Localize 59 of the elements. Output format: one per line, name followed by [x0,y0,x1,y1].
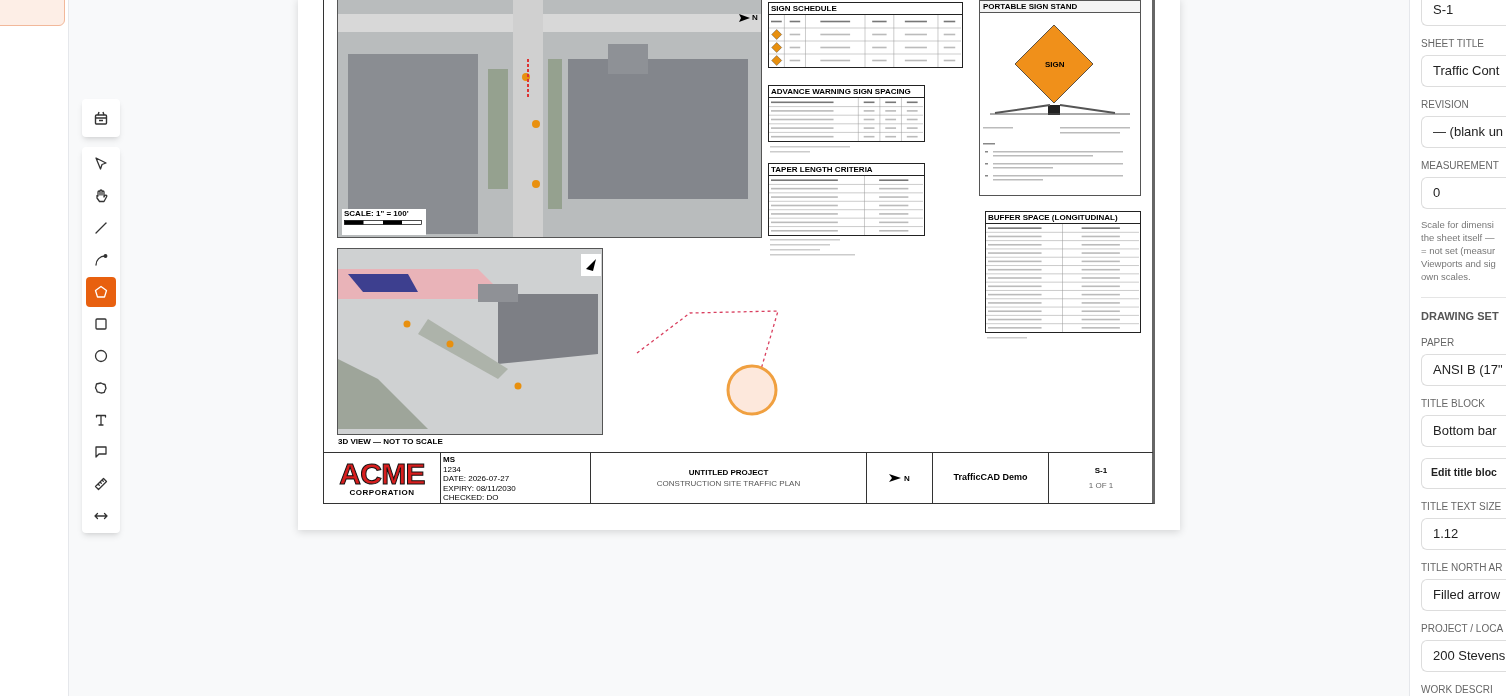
input-field[interactable]: S-1 [1421,0,1506,26]
field-label: TITLE TEXT SIZE [1421,500,1503,513]
drawn-by-line: MS [443,455,456,465]
field-label: PAPER [1421,336,1456,349]
table-title: SIGN SCHEDULE [771,4,837,13]
curve-icon [93,252,109,268]
logo-subtitle: CORPORATION [349,487,415,497]
edit-title-block-button[interactable]: Edit title bloc [1421,457,1506,489]
input-field[interactable]: Filled arrow [1421,578,1506,611]
north-arrow-icon [889,474,902,482]
field-label: WORK DESCRI [1421,683,1494,696]
drawn-by-line: EXPIRY: 08/11/2030 [443,483,517,493]
circle-icon [93,348,109,364]
pentagon-icon [93,284,109,300]
sheet-number: S-1 [1094,466,1108,475]
input-field[interactable]: ANSI B (17" [1421,353,1506,386]
input-field[interactable]: 200 Stevens [1421,639,1506,672]
table-title: ADVANCE WARNING SIGN SPACING [771,87,911,96]
drawn-by-line: DATE: 2026-07-27 [443,474,511,484]
table-title: PORTABLE SIGN STAND [983,2,1078,11]
drawn-by-line: 1234 [443,464,462,474]
field-label: REVISION [1421,99,1470,111]
speech-bubble-icon [93,444,109,460]
field-label: PROJECT / LOCA [1421,622,1505,635]
line-icon [93,220,109,236]
field-label: TITLE NORTH AR [1421,561,1504,574]
ruler-icon [93,476,109,492]
hand-icon [93,188,109,204]
north-label: N [904,473,910,483]
section-heading: DRAWING SET [1421,309,1500,324]
box-icon[interactable] [93,110,109,126]
sign-label: SIGN [1045,60,1065,69]
help-text: Scale for dimensi the sheet itself — = not set (measur Viewports and sig own scales. [1421,218,1497,283]
project-subtitle: CONSTRUCTION SITE TRAFFIC PLAN [656,479,801,488]
sheet-count: 1 OF 1 [1088,481,1114,490]
square-icon [93,316,109,332]
input-field[interactable]: 0 [1421,177,1506,209]
text-icon [93,412,109,428]
north-label: N [752,13,758,22]
input-field[interactable]: Traffic Cont [1421,55,1506,87]
vertex-cursor-marker [726,364,778,416]
scale-label: SCALE: 1" = 100' [344,209,410,219]
drawn-by-line: CHECKED: DO [443,493,500,503]
table-title: BUFFER SPACE (LONGITUDINAL) [988,213,1118,222]
input-field[interactable]: — (blank un [1421,116,1506,148]
north-arrow-icon [739,13,750,22]
field-label: MEASUREMENT [1421,160,1500,172]
logo-wordmark: ACME [339,459,425,488]
select-arrow-icon [93,156,109,172]
fine-print-drawing [987,336,1029,339]
field-label: TITLE BLOCK [1421,397,1486,410]
input-field[interactable]: Bottom bar [1421,414,1506,447]
cloud-shape-icon [93,380,109,396]
project-title: UNTITLED PROJECT [688,468,769,477]
input-field[interactable]: 1.12 [1421,517,1506,550]
plan-by-name: TrafficCAD Demo [953,471,1028,485]
field-label: SHEET TITLE [1421,38,1485,50]
table-title: TAPER LENGTH CRITERIA [771,165,873,174]
view-caption: 3D VIEW — NOT TO SCALE [338,437,443,446]
